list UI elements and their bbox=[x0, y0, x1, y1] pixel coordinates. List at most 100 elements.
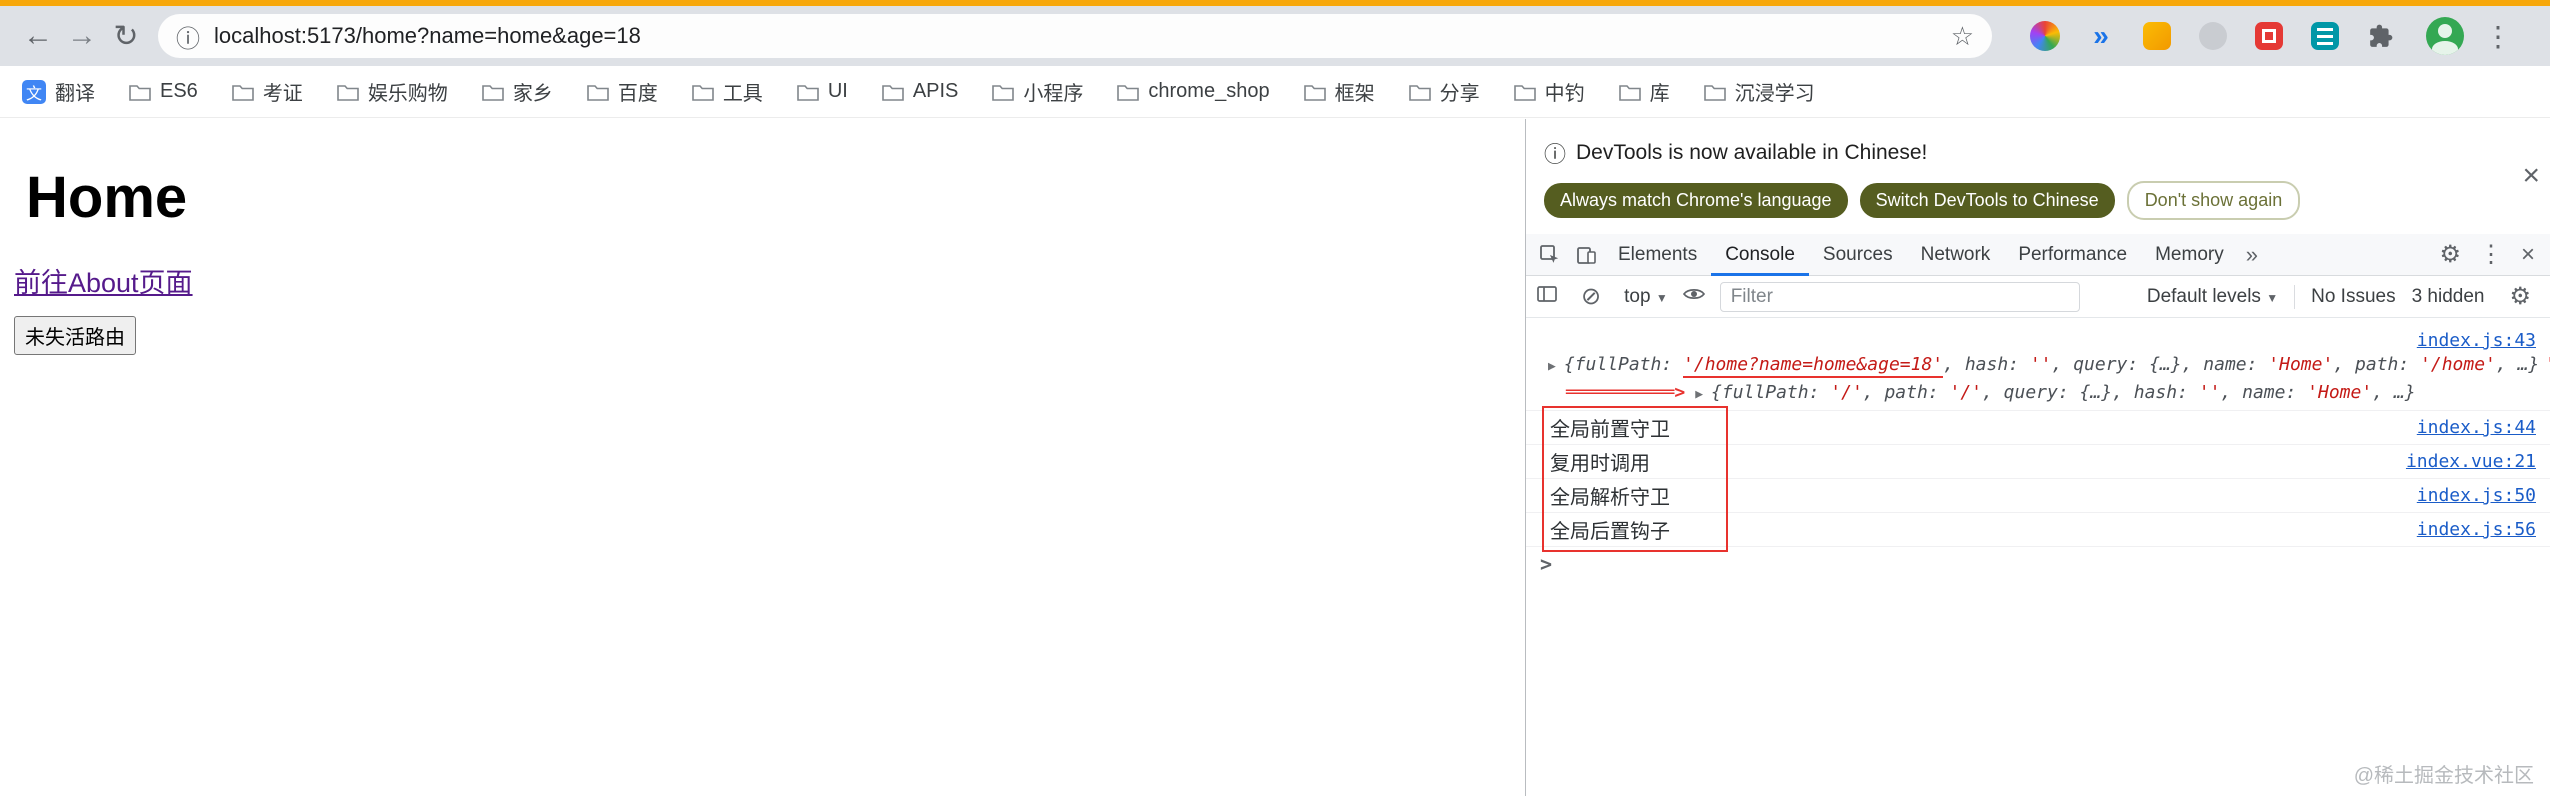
always-match-language-button[interactable]: Always match Chrome's language bbox=[1544, 183, 1848, 218]
extensions-area: » bbox=[2028, 19, 2398, 53]
console-log-row: 全局前置守卫 index.js:44 bbox=[1526, 410, 2550, 444]
bookmark-folder-kaozheng[interactable]: 考证 bbox=[232, 77, 303, 106]
bookmark-folder-xiaochengxu[interactable]: 小程序 bbox=[992, 77, 1083, 106]
page-title: Home bbox=[26, 165, 188, 230]
log-segment: {fullPath: bbox=[1711, 382, 1831, 403]
extensions-puzzle-icon[interactable] bbox=[2364, 19, 2398, 53]
about-link[interactable]: 前往About页面 bbox=[14, 261, 193, 300]
folder-icon bbox=[1618, 83, 1641, 101]
console-source-link[interactable]: index.js:43 bbox=[2417, 330, 2536, 351]
site-info-icon[interactable]: ⓘ bbox=[176, 19, 200, 54]
banner-message: DevTools is now available in Chinese! bbox=[1576, 141, 1928, 164]
tab-performance[interactable]: Performance bbox=[2004, 234, 2141, 276]
extension-orange-icon[interactable] bbox=[2140, 19, 2174, 53]
page-content: Home 前往About页面 未失活路由 bbox=[0, 119, 1524, 796]
console-text-logs: 全局前置守卫 index.js:44 复用时调用 index.vue:21 全局… bbox=[1526, 410, 2550, 580]
bookmark-folder-apis[interactable]: APIS bbox=[882, 80, 959, 103]
keepalive-route-button[interactable]: 未失活路由 bbox=[14, 316, 136, 355]
bookmark-label: 沉浸学习 bbox=[1734, 83, 1815, 105]
extension-red-icon[interactable] bbox=[2252, 19, 2286, 53]
bookmark-folder-gongju[interactable]: 工具 bbox=[692, 77, 763, 106]
switch-devtools-chinese-button[interactable]: Switch DevTools to Chinese bbox=[1859, 183, 2115, 218]
devtools-settings-gear-icon[interactable]: ⚙ bbox=[2430, 240, 2470, 269]
hidden-messages-count[interactable]: 3 hidden bbox=[2412, 286, 2485, 308]
bookmark-folder-ui[interactable]: UI bbox=[797, 80, 848, 103]
url-text[interactable]: localhost:5173/home?name=home&age=18 bbox=[214, 23, 1951, 49]
bookmark-label: 百度 bbox=[617, 83, 658, 105]
tab-network[interactable]: Network bbox=[1907, 234, 2005, 276]
console-source-link[interactable]: index.js:44 bbox=[2417, 417, 2536, 438]
browser-window: ← → ↻ ⓘ localhost:5173/home?name=home&ag… bbox=[0, 0, 2550, 796]
console-sidebar-icon[interactable] bbox=[1536, 284, 1558, 309]
device-toolbar-icon[interactable] bbox=[1568, 244, 1604, 266]
console-settings-gear-icon[interactable]: ⚙ bbox=[2500, 282, 2540, 311]
folder-icon bbox=[482, 83, 504, 101]
console-source-link[interactable]: index.js:50 bbox=[2417, 485, 2536, 506]
forward-icon[interactable]: → bbox=[60, 19, 104, 53]
bookmark-folder-baidu[interactable]: 百度 bbox=[587, 77, 658, 106]
bookmark-translate[interactable]: 文 翻译 bbox=[22, 77, 95, 106]
console-log-object-1: ▶ {fullPath: '/home?name=home&age=18', ha… bbox=[1548, 354, 2550, 378]
toolbar-divider bbox=[2294, 284, 2296, 309]
dont-show-again-button[interactable]: Don't show again bbox=[2126, 181, 2301, 220]
devtools-menu-kebab-icon[interactable]: ⋮ bbox=[2470, 240, 2512, 269]
extension-teal-icon[interactable] bbox=[2308, 19, 2342, 53]
tab-elements[interactable]: Elements bbox=[1604, 234, 1711, 276]
tab-sources[interactable]: Sources bbox=[1809, 234, 1907, 276]
tab-memory[interactable]: Memory bbox=[2141, 234, 2238, 276]
bookmark-label: 小程序 bbox=[1023, 83, 1084, 105]
extension-colorwheel-icon[interactable] bbox=[2028, 19, 2062, 53]
translate-icon: 文 bbox=[22, 79, 46, 104]
bookmark-folder-ku[interactable]: 库 bbox=[1618, 77, 1670, 106]
console-filter-input[interactable] bbox=[1719, 281, 2080, 312]
folder-icon bbox=[1117, 83, 1140, 101]
tab-console[interactable]: Console bbox=[1711, 234, 1809, 276]
console-source-link[interactable]: index.js:56 bbox=[2417, 519, 2536, 540]
extension-chevrons-icon[interactable]: » bbox=[2084, 19, 2118, 53]
bookmark-folder-yulegouwu[interactable]: 娱乐购物 bbox=[337, 77, 448, 106]
more-tabs-icon[interactable]: » bbox=[2238, 242, 2266, 268]
expand-triangle-icon[interactable]: ▶ bbox=[1548, 359, 1556, 374]
banner-close-icon[interactable]: × bbox=[2522, 161, 2540, 191]
console-prompt-row[interactable]: > bbox=[1526, 546, 2550, 580]
console-toolbar: ⊘ top ▼ Default levels ▼ No Issues 3 hid… bbox=[1526, 276, 2550, 318]
log-segment: '/home' bbox=[2420, 354, 2496, 375]
eye-icon[interactable] bbox=[1682, 286, 1706, 307]
bookmark-folder-kuangjia[interactable]: 框架 bbox=[1303, 77, 1375, 106]
log-segment: , hash: bbox=[2112, 382, 2199, 403]
browser-toolbar: ← → ↻ ⓘ localhost:5173/home?name=home&ag… bbox=[0, 6, 2550, 66]
bookmark-folder-fenxiang[interactable]: 分享 bbox=[1408, 77, 1480, 106]
log-segment: , query: bbox=[1982, 382, 2080, 403]
bookmark-star-icon[interactable]: ☆ bbox=[1951, 21, 1974, 52]
browser-menu-icon[interactable]: ⋮ bbox=[2484, 20, 2512, 53]
chevron-down-icon: ▼ bbox=[1655, 290, 1668, 305]
log-segment: , query: bbox=[2051, 354, 2150, 375]
back-icon[interactable]: ← bbox=[16, 19, 60, 53]
address-bar[interactable]: ⓘ localhost:5173/home?name=home&age=18 ☆ bbox=[158, 14, 1992, 58]
folder-icon bbox=[587, 83, 609, 101]
bookmark-folder-chenjinxuexi[interactable]: 沉浸学习 bbox=[1703, 77, 1815, 106]
context-selector[interactable]: top ▼ bbox=[1624, 286, 1668, 308]
inspect-element-icon[interactable] bbox=[1532, 244, 1568, 266]
bookmark-folder-zhongdiao[interactable]: 中钓 bbox=[1513, 77, 1585, 106]
red-annotation: '<══════════ bbox=[2545, 354, 2550, 375]
log-segment: , name: bbox=[2181, 354, 2269, 375]
log-segment: 'Home' bbox=[2307, 382, 2373, 403]
profile-avatar[interactable] bbox=[2426, 17, 2464, 55]
clear-console-icon[interactable]: ⊘ bbox=[1572, 282, 1610, 311]
log-levels-dropdown[interactable]: Default levels ▼ bbox=[2147, 286, 2278, 308]
devtools-close-icon[interactable]: × bbox=[2512, 241, 2544, 269]
expand-triangle-icon[interactable]: ▶ bbox=[1695, 387, 1703, 402]
refresh-icon[interactable]: ↻ bbox=[104, 19, 148, 54]
bookmark-label: 家乡 bbox=[512, 83, 553, 105]
console-source-link[interactable]: index.vue:21 bbox=[2406, 451, 2536, 472]
bookmark-label: 中钓 bbox=[1544, 83, 1585, 105]
log-segment: '' bbox=[2029, 354, 2052, 375]
bookmark-label: APIS bbox=[912, 80, 959, 102]
bookmark-label: UI bbox=[827, 80, 848, 102]
bookmark-folder-es6[interactable]: ES6 bbox=[129, 80, 198, 103]
extension-gray-icon[interactable] bbox=[2196, 19, 2230, 53]
issues-counter[interactable]: No Issues bbox=[2311, 286, 2395, 308]
bookmark-folder-chrome-shop[interactable]: chrome_shop bbox=[1117, 80, 1270, 103]
bookmark-folder-jiaxiang[interactable]: 家乡 bbox=[482, 77, 553, 106]
